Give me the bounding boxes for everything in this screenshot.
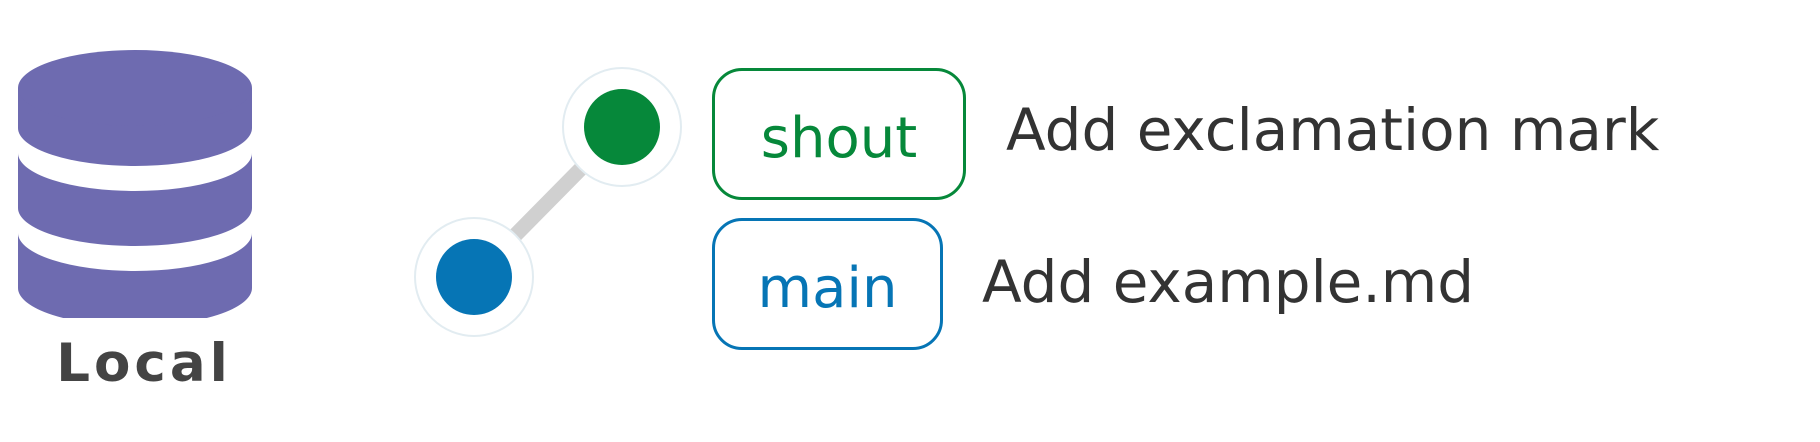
- branch-label-shout[interactable]: shout: [712, 68, 966, 200]
- commit-node-shout[interactable]: [562, 67, 682, 187]
- commit-node-main[interactable]: [414, 217, 534, 337]
- commit-message-shout: Add exclamation mark: [1006, 96, 1660, 164]
- branch-label-main[interactable]: main: [712, 218, 943, 350]
- commit-message-main: Add example.md: [982, 248, 1475, 316]
